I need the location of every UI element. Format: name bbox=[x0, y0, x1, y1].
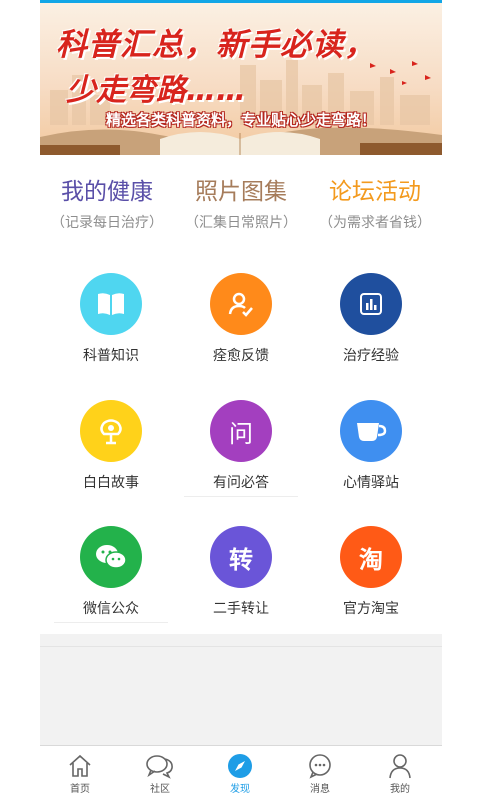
person-icon bbox=[389, 754, 411, 779]
grid-item-label: 白白故事 bbox=[83, 475, 139, 491]
book-icon bbox=[80, 273, 142, 335]
banner-subtitle: 精选各类科普资料，专业贴心少走弯路！ bbox=[105, 111, 376, 129]
grid-item-label: 有问必答 bbox=[213, 475, 269, 491]
grid-item-label: 心情驿站 bbox=[343, 475, 399, 491]
feature-photo-album[interactable]: 照片图集 （汇集日常照片） bbox=[174, 176, 308, 232]
grid-item-label: 治疗经验 bbox=[343, 348, 399, 364]
grid-item-baibai-stories[interactable]: 白白故事 bbox=[46, 400, 176, 510]
tab-label: 发现 bbox=[230, 784, 250, 795]
chat-bubbles-icon bbox=[146, 755, 173, 779]
flower-icon bbox=[80, 400, 142, 462]
feature-title: 我的健康 bbox=[61, 179, 153, 205]
grid-item-label: 微信公众 bbox=[83, 601, 139, 617]
grid-item-wechat-official[interactable]: 微信公众 bbox=[46, 526, 176, 636]
grid-item-treatment-experience[interactable]: 治疗经验 bbox=[306, 273, 436, 383]
feature-my-health[interactable]: 我的健康 （记录每日治疗） bbox=[40, 176, 174, 232]
tab-label: 我的 bbox=[390, 784, 410, 795]
cup-icon bbox=[340, 400, 402, 462]
grid-item-official-taobao[interactable]: 淘 官方淘宝 bbox=[306, 526, 436, 636]
tab-profile[interactable]: 我的 bbox=[360, 746, 440, 800]
grid-divider bbox=[184, 496, 298, 497]
banner-title-line1: 科普汇总，新手必读， bbox=[56, 27, 376, 63]
feature-forum-activities[interactable]: 论坛活动 （为需求者省钱） bbox=[308, 176, 442, 232]
grid-item-label: 官方淘宝 bbox=[343, 601, 399, 617]
tab-label: 首页 bbox=[70, 784, 90, 795]
grid-item-second-hand-transfer[interactable]: 转 二手转让 bbox=[176, 526, 306, 636]
wechat-icon bbox=[80, 526, 142, 588]
bottom-tab-bar: 首页 社区 发现 消息 我的 bbox=[40, 745, 442, 800]
grid-divider bbox=[54, 622, 168, 623]
grid-item-science-knowledge[interactable]: 科普知识 bbox=[46, 273, 176, 383]
chart-icon bbox=[340, 273, 402, 335]
promo-banner[interactable]: 科普汇总，新手必读， 少走弯路…… 精选各类科普资料，专业贴心少走弯路！ bbox=[40, 3, 442, 155]
grid-item-label: 科普知识 bbox=[83, 348, 139, 364]
feature-subtitle: （为需求者省钱） bbox=[319, 215, 431, 231]
banner-title-line2: 少走弯路…… bbox=[66, 73, 246, 108]
grid-item-label: 二手转让 bbox=[213, 601, 269, 617]
compass-icon bbox=[228, 754, 252, 778]
tab-home[interactable]: 首页 bbox=[40, 746, 120, 800]
feature-subtitle: （汇集日常照片） bbox=[185, 215, 297, 231]
grid-item-qa[interactable]: 问 有问必答 bbox=[176, 400, 306, 510]
tab-community[interactable]: 社区 bbox=[120, 746, 200, 800]
taobao-icon: 淘 bbox=[340, 526, 402, 588]
transfer-icon: 转 bbox=[210, 526, 272, 588]
feature-title: 照片图集 bbox=[195, 179, 287, 205]
app-screen: 科普汇总，新手必读， 少走弯路…… 精选各类科普资料，专业贴心少走弯路！ 我的健… bbox=[40, 0, 442, 800]
feature-title: 论坛活动 bbox=[329, 179, 421, 205]
tab-discover[interactable]: 发现 bbox=[200, 746, 280, 800]
user-check-icon bbox=[210, 273, 272, 335]
content-empty-area bbox=[40, 634, 442, 745]
grid-item-recovery-feedback[interactable]: 痊愈反馈 bbox=[176, 273, 306, 383]
tab-label: 社区 bbox=[150, 784, 170, 795]
tab-messages[interactable]: 消息 bbox=[280, 746, 360, 800]
feature-subtitle: （记录每日治疗） bbox=[51, 215, 163, 231]
grid-item-label: 痊愈反馈 bbox=[213, 348, 269, 364]
section-divider bbox=[40, 646, 442, 647]
question-icon: 问 bbox=[210, 400, 272, 462]
home-icon bbox=[69, 754, 91, 777]
tab-label: 消息 bbox=[310, 784, 330, 795]
grid-item-mood-station[interactable]: 心情驿站 bbox=[306, 400, 436, 510]
message-icon bbox=[309, 754, 331, 779]
